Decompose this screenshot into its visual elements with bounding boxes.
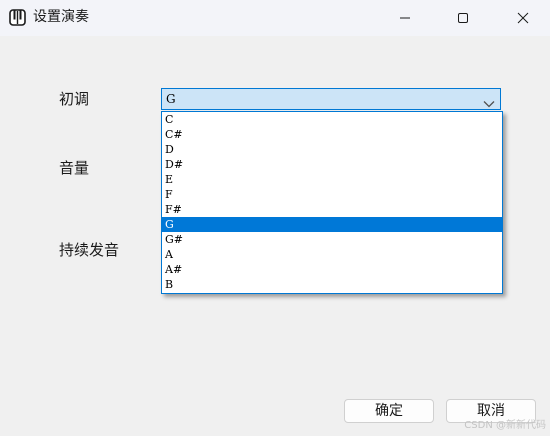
window-title: 设置演奏 — [33, 9, 89, 25]
sustain-label: 持续发音 — [59, 241, 120, 259]
close-button[interactable] — [500, 0, 546, 36]
key-option[interactable]: E — [162, 172, 502, 187]
key-option[interactable]: A — [162, 247, 502, 262]
key-option[interactable]: C — [162, 112, 502, 127]
key-option[interactable]: G# — [162, 232, 502, 247]
key-select-value: G — [166, 92, 176, 106]
ok-button[interactable]: 确定 — [344, 399, 434, 423]
key-option[interactable]: B — [162, 277, 502, 292]
key-option[interactable]: G — [162, 217, 502, 232]
minimize-icon — [399, 12, 411, 24]
close-icon — [517, 12, 529, 24]
key-option[interactable]: D# — [162, 157, 502, 172]
key-option[interactable]: F# — [162, 202, 502, 217]
key-option[interactable]: C# — [162, 127, 502, 142]
minimize-button[interactable] — [382, 0, 428, 36]
key-select[interactable]: G — [161, 88, 501, 110]
title-bar: 设置演奏 — [0, 0, 550, 36]
key-option[interactable]: D — [162, 142, 502, 157]
piano-icon — [9, 9, 26, 26]
maximize-button[interactable] — [440, 0, 486, 36]
key-option[interactable]: F — [162, 187, 502, 202]
key-option[interactable]: A# — [162, 262, 502, 277]
maximize-icon — [457, 12, 469, 24]
volume-label: 音量 — [59, 159, 90, 177]
watermark-text: CSDN @新新代码 — [464, 420, 546, 431]
key-label: 初调 — [59, 90, 90, 108]
key-dropdown-list: C C# D D# E F F# G G# A A# B — [161, 111, 503, 294]
